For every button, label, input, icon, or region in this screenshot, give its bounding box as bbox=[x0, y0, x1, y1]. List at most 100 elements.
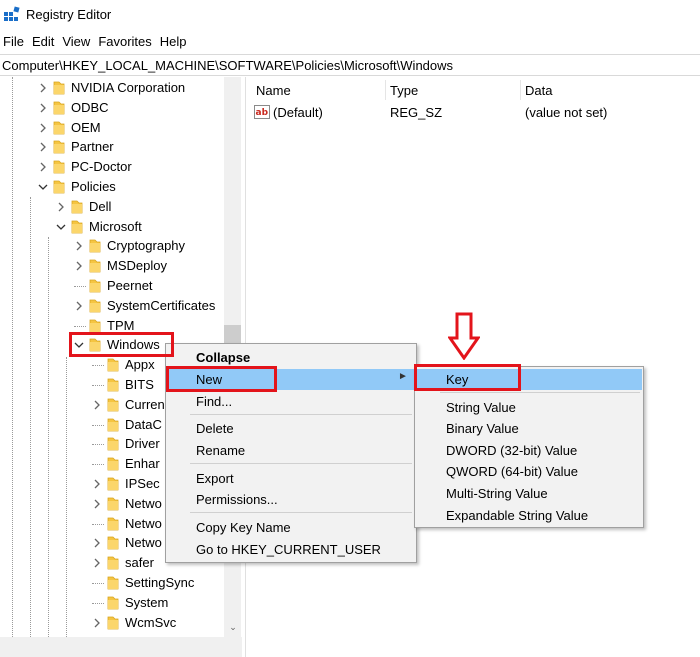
tree-item-label[interactable]: Policies bbox=[71, 179, 116, 194]
chevron-right-icon[interactable] bbox=[38, 137, 48, 157]
tree-horizontal-scrollbar[interactable] bbox=[0, 637, 242, 657]
tree-item-label[interactable]: safer bbox=[125, 555, 154, 570]
tree-item-label[interactable]: ODBC bbox=[71, 100, 109, 115]
column-type-header[interactable]: Type bbox=[390, 83, 418, 98]
folder-icon bbox=[89, 259, 101, 273]
menu-bar: File Edit View Favorites Help bbox=[0, 32, 191, 52]
ctx-find[interactable]: Find... bbox=[196, 394, 232, 409]
value-name[interactable]: (Default) bbox=[273, 105, 323, 120]
sub-dword-value[interactable]: DWORD (32-bit) Value bbox=[446, 443, 577, 458]
chevron-down-icon[interactable] bbox=[38, 177, 48, 197]
annotation-box-windows bbox=[69, 332, 174, 357]
chevron-right-icon[interactable] bbox=[92, 494, 102, 514]
chevron-right-icon[interactable] bbox=[56, 197, 66, 217]
address-bar[interactable]: Computer\HKEY_LOCAL_MACHINE\SOFTWARE\Pol… bbox=[0, 54, 700, 76]
tree-item-label[interactable]: TPM bbox=[107, 318, 134, 333]
folder-icon bbox=[53, 81, 65, 95]
menu-separator bbox=[440, 392, 640, 393]
tree-item-label[interactable]: Cryptography bbox=[107, 238, 185, 253]
tree-connector bbox=[92, 385, 104, 386]
column-divider[interactable] bbox=[520, 80, 521, 100]
ctx-copy-key-name[interactable]: Copy Key Name bbox=[196, 520, 291, 535]
tree-item-label[interactable]: Curren bbox=[125, 397, 165, 412]
chevron-right-icon[interactable] bbox=[74, 296, 84, 316]
chevron-right-icon[interactable] bbox=[92, 533, 102, 553]
chevron-right-icon[interactable] bbox=[38, 78, 48, 98]
tree-item-label[interactable]: WcmSvc bbox=[125, 615, 176, 630]
value-data: (value not set) bbox=[525, 105, 608, 120]
tree-item-label[interactable]: SystemCertificates bbox=[107, 298, 215, 313]
annotation-box-key bbox=[414, 364, 521, 391]
tree-item-label[interactable]: SettingSync bbox=[125, 575, 194, 590]
column-divider[interactable] bbox=[385, 80, 386, 100]
chevron-right-icon[interactable] bbox=[92, 553, 102, 573]
folder-icon bbox=[89, 299, 101, 313]
ctx-delete[interactable]: Delete bbox=[196, 421, 234, 436]
chevron-down-icon[interactable] bbox=[56, 217, 66, 237]
tree-connector bbox=[92, 583, 104, 584]
folder-icon bbox=[89, 239, 101, 253]
tree-item-label[interactable]: Microsoft bbox=[89, 219, 142, 234]
chevron-right-icon[interactable] bbox=[38, 118, 48, 138]
sub-qword-value[interactable]: QWORD (64-bit) Value bbox=[446, 464, 578, 479]
tree-item-label[interactable]: Partner bbox=[71, 139, 114, 154]
tree-item-label[interactable]: BITS bbox=[125, 377, 154, 392]
ctx-goto-hkcu[interactable]: Go to HKEY_CURRENT_USER bbox=[196, 542, 381, 557]
folder-icon bbox=[107, 616, 119, 630]
chevron-right-icon[interactable] bbox=[92, 613, 102, 633]
chevron-right-icon[interactable] bbox=[92, 474, 102, 494]
menu-help[interactable]: Help bbox=[156, 32, 191, 52]
column-data-header[interactable]: Data bbox=[525, 83, 552, 98]
tree-connector bbox=[92, 464, 104, 466]
scroll-down-arrow-icon[interactable]: ⌄ bbox=[228, 622, 238, 632]
tree-item-label[interactable]: Netwo bbox=[125, 516, 162, 531]
folder-icon bbox=[53, 101, 65, 115]
tree-item-label[interactable]: Driver bbox=[125, 436, 160, 451]
tree-item-label[interactable]: DataC bbox=[125, 417, 162, 432]
folder-icon bbox=[107, 517, 119, 531]
chevron-right-icon[interactable] bbox=[38, 157, 48, 177]
value-type: REG_SZ bbox=[390, 105, 443, 120]
tree-item-label[interactable]: Dell bbox=[89, 199, 111, 214]
address-path[interactable]: Computer\HKEY_LOCAL_MACHINE\SOFTWARE\Pol… bbox=[2, 58, 453, 73]
tree-connector bbox=[92, 444, 104, 446]
menu-file[interactable]: File bbox=[0, 32, 28, 52]
ctx-permissions[interactable]: Permissions... bbox=[196, 492, 278, 507]
folder-icon bbox=[107, 358, 119, 372]
folder-icon bbox=[107, 596, 119, 610]
menu-separator bbox=[190, 463, 412, 464]
tree-item-label[interactable]: Netwo bbox=[125, 496, 162, 511]
tree-item-label[interactable]: Netwo bbox=[125, 535, 162, 550]
menu-edit[interactable]: Edit bbox=[28, 32, 58, 52]
sub-multi-string-value[interactable]: Multi-String Value bbox=[446, 486, 548, 501]
tree-item-label[interactable]: NVIDIA Corporation bbox=[71, 80, 185, 95]
sub-string-value[interactable]: String Value bbox=[446, 400, 516, 415]
sub-expandable-string-value[interactable]: Expandable String Value bbox=[446, 508, 588, 523]
folder-icon bbox=[107, 437, 119, 451]
menu-favorites[interactable]: Favorites bbox=[94, 32, 155, 52]
tree-item-label[interactable]: Enhar bbox=[125, 456, 160, 471]
chevron-right-icon[interactable] bbox=[92, 395, 102, 415]
folder-icon bbox=[53, 180, 65, 194]
tree-item-label[interactable]: Peernet bbox=[107, 278, 153, 293]
tree-item-label[interactable]: MSDeploy bbox=[107, 258, 167, 273]
folder-icon bbox=[107, 418, 119, 432]
ctx-collapse[interactable]: Collapse bbox=[196, 350, 250, 365]
ctx-export[interactable]: Export bbox=[196, 471, 234, 486]
folder-icon bbox=[89, 279, 101, 293]
tree-item-label[interactable]: PC-Doctor bbox=[71, 159, 132, 174]
chevron-right-icon[interactable] bbox=[74, 256, 84, 276]
sub-binary-value[interactable]: Binary Value bbox=[446, 421, 519, 436]
tree-item-label[interactable]: OEM bbox=[71, 120, 101, 135]
tree-guide-line bbox=[66, 357, 67, 657]
tree-connector bbox=[74, 325, 86, 327]
folder-icon bbox=[107, 457, 119, 471]
menu-view[interactable]: View bbox=[58, 32, 94, 52]
column-name-header[interactable]: Name bbox=[256, 83, 291, 98]
tree-item-label[interactable]: System bbox=[125, 595, 168, 610]
tree-item-label[interactable]: IPSec bbox=[125, 476, 160, 491]
tree-item-label[interactable]: Appx bbox=[125, 357, 155, 372]
chevron-right-icon[interactable] bbox=[38, 98, 48, 118]
chevron-right-icon[interactable] bbox=[74, 236, 84, 256]
ctx-rename[interactable]: Rename bbox=[196, 443, 245, 458]
